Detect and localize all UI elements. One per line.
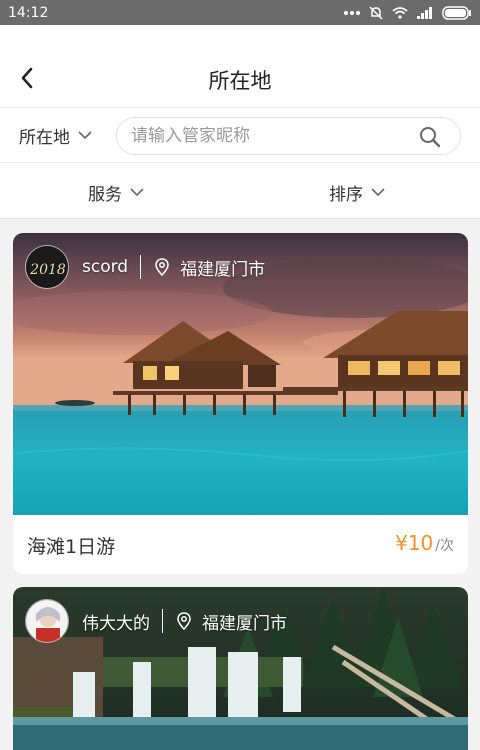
sort-filter-label: 排序 (329, 185, 363, 205)
guide-name: 伟大大的 (82, 613, 150, 634)
price-unit: /次 (435, 538, 454, 554)
price-amount: ¥10 (395, 531, 434, 555)
avatar[interactable] (25, 599, 69, 643)
chevron-down-icon (371, 188, 385, 197)
trip-card[interactable]: 伟大大的 福建厦门市 (13, 587, 468, 750)
avatar[interactable]: 2018 (25, 245, 69, 289)
divider (162, 609, 163, 633)
search-row: 所在地 (0, 107, 480, 163)
chevron-down-icon (78, 131, 92, 140)
guide-name: scord (82, 257, 129, 277)
status-bar: 14:12 (0, 0, 480, 25)
search-input[interactable] (131, 118, 411, 154)
more-dots-icon (344, 10, 360, 15)
card-guide-info: 2018 scord 福建厦门市 (25, 245, 265, 289)
trip-card[interactable]: 2018 scord 福建厦门市 海滩1日游 ¥10 /次 (13, 233, 468, 574)
guide-location: 福建厦门市 (180, 259, 266, 280)
notification-off-icon (369, 5, 383, 20)
card-guide-info: 伟大大的 福建厦门市 (25, 599, 287, 643)
location-dropdown-label: 所在地 (19, 128, 70, 148)
search-icon[interactable] (418, 125, 442, 149)
status-time: 14:12 (8, 4, 49, 21)
service-filter-label: 服务 (88, 185, 122, 205)
location-dropdown[interactable]: 所在地 (19, 123, 92, 148)
avatar-logo-text: 2018 (29, 262, 66, 278)
location-pin-icon (177, 612, 191, 630)
divider (140, 255, 142, 279)
filter-row: 服务 排序 (0, 163, 480, 219)
location-pin-icon (155, 258, 169, 276)
price: ¥10 /次 (395, 531, 454, 555)
top-nav: 所在地 (0, 25, 480, 107)
trip-title: 海滩1日游 (27, 536, 116, 558)
sort-filter[interactable]: 排序 (329, 180, 385, 205)
page-title: 所在地 (208, 69, 272, 93)
service-filter[interactable]: 服务 (88, 180, 144, 205)
chevron-down-icon (130, 188, 144, 197)
card-footer: 海滩1日游 ¥10 /次 (13, 515, 468, 574)
wifi-icon (392, 6, 408, 19)
signal-icon (417, 6, 432, 19)
trip-cover-image: 2018 scord 福建厦门市 (13, 233, 468, 515)
search-box (116, 117, 461, 155)
trip-cover-image: 伟大大的 福建厦门市 (13, 587, 468, 750)
guide-location: 福建厦门市 (202, 613, 287, 634)
battery-icon (442, 5, 471, 20)
